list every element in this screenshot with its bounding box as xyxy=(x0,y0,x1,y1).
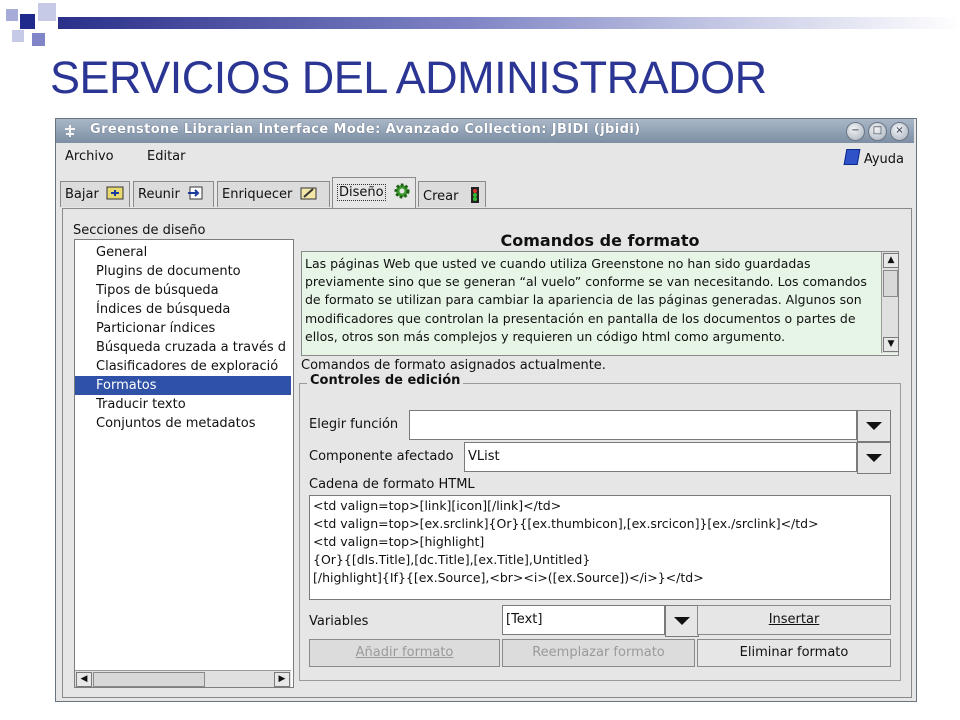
edit-controls-legend: Controles de edición xyxy=(307,373,464,388)
replace-format-label: Reemplazar formato xyxy=(532,645,665,660)
help-book-icon xyxy=(843,149,861,165)
close-icon[interactable]: × xyxy=(890,122,909,141)
tab-label: Reunir xyxy=(138,187,180,202)
download-icon xyxy=(106,186,124,200)
tab-label: Crear xyxy=(423,189,459,204)
chevron-down-icon[interactable] xyxy=(857,442,891,474)
choose-function-select[interactable] xyxy=(409,410,857,440)
decor-square xyxy=(12,30,24,42)
list-item-selected[interactable]: Formatos xyxy=(75,376,291,395)
insert-button[interactable]: Insertar xyxy=(697,605,891,635)
menu-edit[interactable]: Editar xyxy=(147,149,186,164)
window-title: Greenstone Librarian Interface Mode: Ava… xyxy=(90,122,641,137)
list-item[interactable]: General xyxy=(75,243,291,262)
tab-diseno[interactable]: Diseño xyxy=(332,177,416,208)
scroll-left-icon[interactable]: ◀ xyxy=(76,672,92,687)
scroll-thumb[interactable] xyxy=(93,672,205,687)
tab-bajar[interactable]: Bajar xyxy=(60,181,130,207)
list-item[interactable]: Particionar índices xyxy=(75,319,291,338)
menu-help-label: Ayuda xyxy=(863,152,904,167)
menu-file[interactable]: Archivo xyxy=(65,149,114,164)
replace-format-button[interactable]: Reemplazar formato xyxy=(502,639,695,667)
variables-label: Variables xyxy=(309,614,369,629)
remove-format-label: Eliminar formato xyxy=(739,645,849,660)
list-horizontal-scrollbar[interactable]: ◀ ▶ xyxy=(75,670,291,687)
decor-bar xyxy=(58,17,960,29)
greenstone-app-icon xyxy=(65,125,75,137)
description-box: Las páginas Web que usted ve cuando util… xyxy=(301,251,899,356)
assigned-label: Comandos de formato asignados actualment… xyxy=(301,358,606,373)
list-item[interactable]: Clasificadores de exploració xyxy=(75,357,291,376)
slide-title: SERVICIOS DEL ADMINISTRADOR xyxy=(50,52,767,103)
description-text: Las páginas Web que usted ve cuando util… xyxy=(305,256,867,344)
choose-function-label: Elegir función xyxy=(309,417,399,432)
sections-list: General Plugins de documento Tipos de bú… xyxy=(74,239,294,688)
list-item[interactable]: Traducir texto xyxy=(75,395,291,414)
scroll-down-icon[interactable]: ▼ xyxy=(883,337,899,352)
design-panel: Secciones de diseño General Plugins de d… xyxy=(62,208,912,698)
remove-format-button[interactable]: Eliminar formato xyxy=(697,639,891,667)
gather-icon xyxy=(188,186,203,200)
html-format-label: Cadena de formato HTML xyxy=(309,477,475,492)
add-format-button[interactable]: Añadir formato xyxy=(309,639,500,667)
sections-label: Secciones de diseño xyxy=(73,223,206,238)
menu-bar: Archivo Editar Ayuda xyxy=(56,145,914,169)
tab-label: Enriquecer xyxy=(222,187,293,202)
list-item[interactable]: Plugins de documento xyxy=(75,262,291,281)
chevron-down-icon[interactable] xyxy=(857,410,891,442)
app-window: Greenstone Librarian Interface Mode: Ava… xyxy=(55,118,917,702)
tab-label: Bajar xyxy=(65,187,99,202)
minimize-icon[interactable]: − xyxy=(846,122,865,141)
maximize-icon[interactable]: □ xyxy=(868,122,887,141)
add-format-label: Añadir formato xyxy=(355,645,454,660)
component-select[interactable]: VList xyxy=(464,442,857,472)
chevron-down-icon[interactable] xyxy=(665,605,699,637)
menu-help[interactable]: Ayuda xyxy=(843,149,904,167)
decor-square xyxy=(20,14,35,29)
html-format-textarea[interactable]: <td valign=top>[link][icon][/link]</td> … xyxy=(309,495,891,600)
decor-square xyxy=(38,3,56,21)
scroll-right-icon[interactable]: ▶ xyxy=(274,672,290,687)
section-title: Comandos de formato xyxy=(500,231,700,250)
description-scrollbar[interactable]: ▲ ▼ xyxy=(881,252,899,353)
tab-reunir[interactable]: Reunir xyxy=(133,181,214,207)
gear-icon xyxy=(394,183,410,199)
window-titlebar[interactable]: Greenstone Librarian Interface Mode: Ava… xyxy=(56,119,914,143)
variables-select[interactable]: [Text] xyxy=(502,605,665,635)
insert-button-label: Insertar xyxy=(768,612,820,627)
list-item[interactable]: Conjuntos de metadatos xyxy=(75,414,291,433)
tab-label: Diseño xyxy=(337,184,386,201)
decor-square xyxy=(6,9,18,21)
tab-crear[interactable]: Crear xyxy=(418,181,486,207)
component-label: Componente afectado xyxy=(309,449,454,464)
enrich-icon xyxy=(300,187,317,200)
scroll-up-icon[interactable]: ▲ xyxy=(883,253,899,268)
list-item[interactable]: Índices de búsqueda xyxy=(75,300,291,319)
list-item[interactable]: Tipos de búsqueda xyxy=(75,281,291,300)
traffic-light-icon xyxy=(470,187,479,203)
tab-enriquecer[interactable]: Enriquecer xyxy=(217,181,330,207)
scroll-thumb[interactable] xyxy=(883,270,898,297)
list-item[interactable]: Búsqueda cruzada a través d xyxy=(75,338,291,357)
decor-square xyxy=(32,33,45,46)
